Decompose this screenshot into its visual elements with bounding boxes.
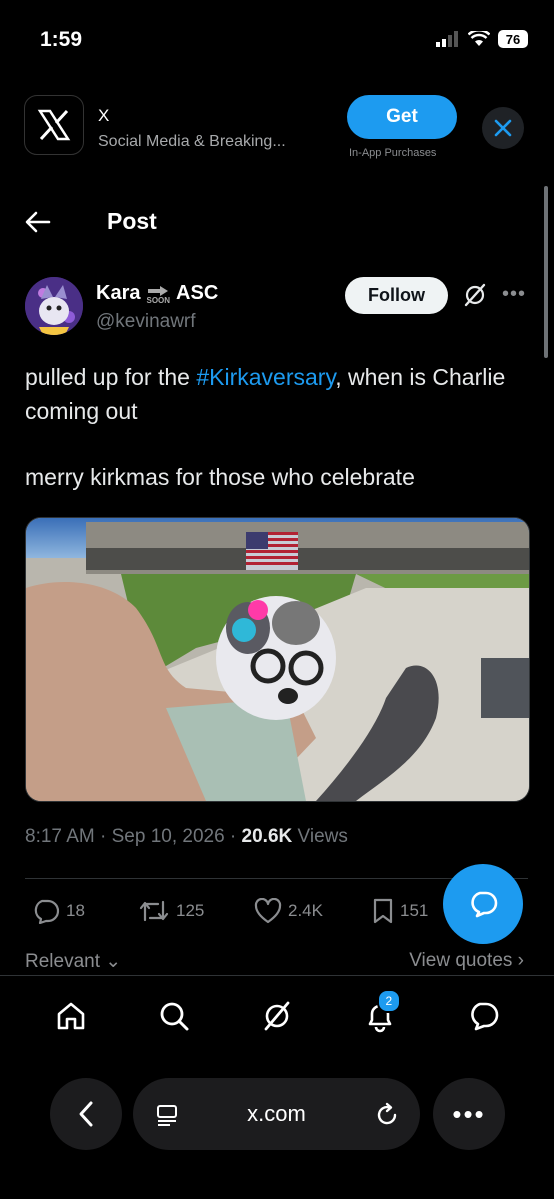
more-options-button[interactable]: ••• (502, 283, 526, 306)
status-time: 1:59 (40, 28, 83, 51)
sort-relevant[interactable]: Relevant ⌄ (25, 950, 121, 973)
grok-button[interactable] (462, 282, 488, 313)
repost-icon (139, 900, 169, 922)
nav-notifications[interactable]: 2 (355, 989, 405, 1037)
like-button[interactable]: 2.4K (254, 898, 372, 924)
chevron-right-icon: › (517, 950, 524, 971)
bottom-nav: 2 (0, 989, 554, 1037)
soon-arrow: SOON (146, 285, 170, 305)
compose-icon (471, 891, 498, 918)
soon-label: SOON (146, 296, 171, 305)
reply-count: 18 (66, 901, 85, 920)
close-banner-button[interactable] (482, 107, 524, 149)
reader-icon (157, 1105, 177, 1126)
get-app-button[interactable]: Get (347, 95, 457, 139)
avatar[interactable] (25, 277, 83, 335)
nav-home[interactable] (46, 995, 96, 1037)
address-bar[interactable]: x.com (133, 1078, 420, 1150)
battery-indicator: 76 (498, 30, 528, 48)
reply-icon (34, 899, 60, 924)
signal-icon (436, 31, 458, 47)
in-app-purchases-label: In-App Purchases (349, 147, 437, 159)
view-quotes-link[interactable]: View quotes › (409, 950, 524, 972)
browser-back-button[interactable] (50, 1078, 122, 1150)
tweet-date: Sep 10, 2026 (111, 826, 225, 847)
messages-icon (470, 1002, 498, 1031)
tweet-text: pulled up for the #Kirkaversary, when is… (25, 360, 525, 428)
more-icon: ••• (502, 283, 527, 305)
author-handle[interactable]: @kevinawrf (96, 311, 196, 333)
tweet-time: 8:17 AM (25, 826, 95, 847)
chevron-left-icon (79, 1101, 93, 1127)
author-name[interactable]: Kara SOON ASC (96, 281, 218, 305)
tweet-text-before: pulled up for the (25, 364, 197, 390)
back-arrow-icon (25, 211, 51, 233)
compose-button[interactable] (443, 864, 523, 944)
x-app-icon[interactable] (24, 95, 84, 155)
tweet-text-line2: merry kirkmas for those who celebrate (25, 464, 415, 490)
like-icon (254, 898, 282, 924)
repost-count: 125 (176, 901, 205, 920)
bookmark-count: 151 (400, 901, 429, 920)
views-label[interactable]: Views (298, 826, 348, 847)
author-name-first: Kara (96, 281, 141, 304)
tweet-photo[interactable] (25, 517, 530, 802)
search-icon (160, 1002, 189, 1031)
home-icon (58, 1002, 85, 1030)
relevant-label: Relevant (25, 951, 100, 972)
grok-icon (464, 283, 486, 307)
bookmark-button[interactable]: 151 (372, 898, 428, 924)
views-count: 20.6K (241, 826, 293, 847)
page-title: Post (107, 208, 157, 234)
back-button[interactable] (24, 208, 52, 241)
x-logo-icon (37, 109, 71, 141)
follow-button[interactable]: Follow (345, 277, 448, 314)
nav-messages[interactable] (458, 995, 508, 1037)
hashtag-link[interactable]: #Kirkaversary (196, 364, 335, 390)
scrollbar[interactable] (544, 186, 548, 358)
repost-button[interactable]: 125 (138, 899, 254, 923)
status-indicators: 76 (436, 30, 528, 48)
tweet-actions: 18 125 2.4K 151 (30, 898, 510, 924)
app-name: X (98, 106, 110, 125)
reload-icon[interactable] (374, 1102, 400, 1128)
like-count: 2.4K (288, 901, 323, 920)
url-text: x.com (247, 1101, 306, 1126)
view-quotes-label: View quotes (409, 950, 513, 971)
browser-more-button[interactable]: ••• (433, 1078, 505, 1150)
reply-button[interactable]: 18 (30, 898, 138, 924)
author-name-last: ASC (176, 281, 219, 304)
close-icon (494, 119, 512, 137)
tweet-meta: 8:17 AM · Sep 10, 2026 · 20.6K Views (25, 826, 348, 847)
chevron-down-icon: ⌄ (105, 951, 122, 972)
nav-grok[interactable] (252, 995, 302, 1037)
wifi-icon (468, 31, 490, 46)
grok-icon (264, 1001, 290, 1031)
notifications-badge: 2 (376, 989, 401, 1013)
more-icon: ••• (452, 1098, 486, 1129)
app-subtitle: Social Media & Breaking... (98, 133, 286, 150)
bookmark-icon (373, 898, 393, 924)
nav-divider (0, 975, 554, 976)
nav-search[interactable] (149, 995, 199, 1037)
